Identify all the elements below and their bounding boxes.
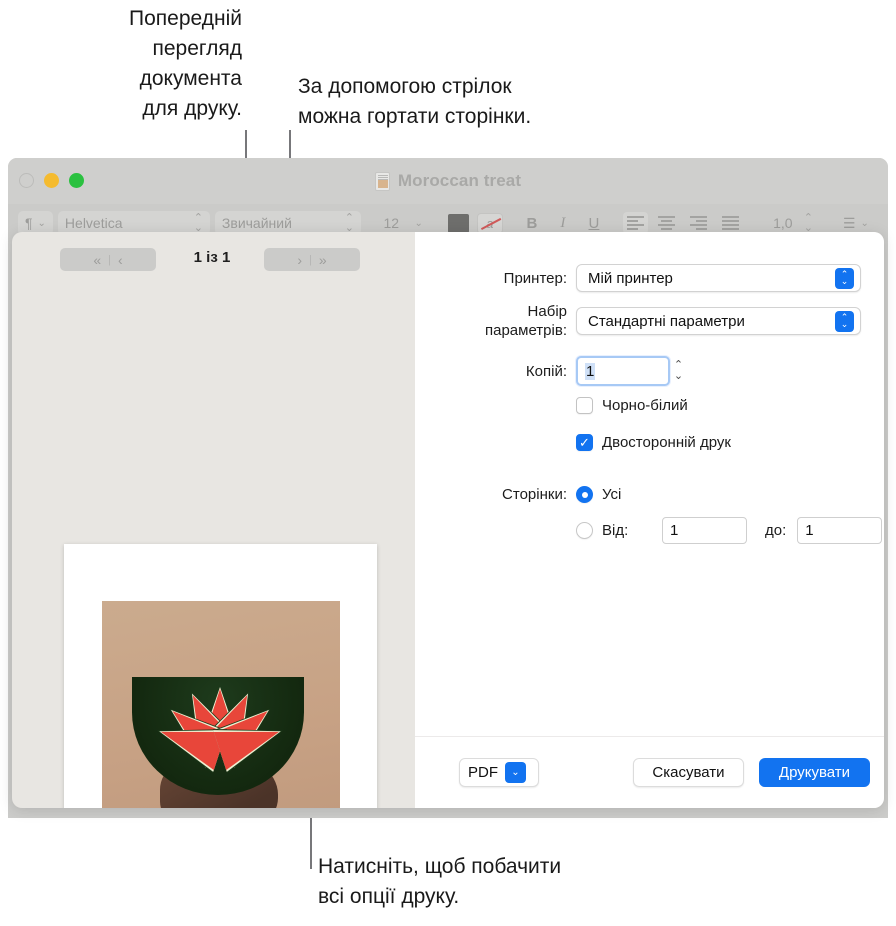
window-titlebar: Moroccan treat [8,158,888,204]
window-title: Moroccan treat [397,171,522,190]
callout-details-text: Натисніть, щоб побачити всі опції друку. [318,855,562,908]
stepper-icon: ⌃ ⌄ [803,212,813,234]
bw-label: Чорно-білий [602,397,688,414]
next-page-icon[interactable]: › [297,252,302,268]
duplex-label: Двосторонній друк [602,434,731,451]
chevron-down-icon: ⌄ [860,217,869,229]
line-spacing-value: 1,0 [773,215,793,231]
screenshot-root: Попередній перегляд документа для друку.… [0,0,896,926]
print-settings-form: Принтер: Мій принтер ⌃ ⌄ Набір параметрів… [415,232,884,736]
text-color-swatch [448,213,470,233]
pages-range-row[interactable]: Від: 1 до: 1 [576,517,883,544]
stepper-icon: ⌃ ⌄ [193,212,203,234]
chevron-down-icon: ⌄ [37,217,46,229]
page-navigation-bar: « | ‹ 1 із 1 › | » [12,248,414,278]
popup-arrows-icon: ⌃ ⌄ [835,267,854,289]
pages-all-label: Усі [602,486,622,503]
align-center-button[interactable] [657,216,675,230]
nav-divider: | [108,253,111,266]
pages-to-label: до: [765,522,787,539]
stepper-icon: ⌃ ⌄ [344,212,354,234]
page-count-label: 1 із 1 [193,249,231,266]
last-page-icon[interactable]: » [319,252,327,268]
nav-divider: | [309,253,312,266]
copies-label: Копій: [525,362,567,380]
pdf-button[interactable]: PDF ⌄ [459,758,539,787]
duplex-checkbox-row[interactable]: ✓ Двосторонній друк [576,434,731,451]
pages-all-radio[interactable] [576,486,593,503]
popup-arrows-icon: ⌃ ⌄ [835,310,854,332]
align-left-button[interactable] [622,212,648,234]
callout-arrows-text: За допомогою стрілок можна гортати сторі… [298,75,532,128]
pdf-label: PDF [468,764,498,781]
print-button[interactable]: Друкувати [759,758,870,787]
preset-label: Набір параметрів: [485,303,567,339]
align-right-button[interactable] [689,216,707,230]
pages-from-input[interactable]: 1 [662,517,747,544]
pages-to-value: 1 [805,522,814,539]
pilcrow-icon: ¶ [25,215,33,231]
watermelon-photo [102,601,340,808]
previous-page-group[interactable]: « | ‹ [60,248,156,271]
pages-from-value: 1 [670,522,679,539]
pages-range-radio[interactable] [576,522,593,539]
bw-checkbox[interactable] [576,397,593,414]
pages-label: Сторінки: [502,486,567,503]
pages-from-label: Від: [602,522,629,539]
text-highlight-icon: a [476,212,503,234]
font-family-value: Helvetica [64,215,123,231]
copies-value: 1 [585,362,596,380]
cancel-button[interactable]: Скасувати [633,758,744,787]
chevron-down-icon: ⌄ [505,762,526,783]
print-settings-pane: Принтер: Мій принтер ⌃ ⌄ Набір параметрів… [415,232,884,808]
first-page-icon[interactable]: « [93,252,101,268]
printer-value: Мій принтер [588,269,673,287]
print-dialog-sheet: « | ‹ 1 із 1 › | » Принтер: Мій принтер … [12,232,884,808]
chevron-down-icon: ⌄ [414,217,423,229]
document-icon [374,171,390,191]
print-preview-page[interactable] [64,544,377,808]
callout-preview-text: Попередній перегляд документа для друку. [129,7,242,120]
font-size-value: 12 [383,215,400,231]
bullet-list-icon: ☰ [842,214,856,231]
next-page-group[interactable]: › | » [264,248,360,271]
pages-to-input[interactable]: 1 [797,517,883,544]
print-dialog-footer: PDF ⌄ Скасувати Друкувати [415,736,884,808]
previous-page-icon[interactable]: ‹ [118,252,123,268]
preset-value: Стандартні параметри [588,312,745,330]
copies-stepper[interactable]: ⌃ ⌄ [670,357,687,385]
printer-label: Принтер: [503,269,567,287]
window-title-group: Moroccan treat [8,158,888,204]
copies-input[interactable]: 1 [576,356,670,386]
font-style-value: Звичайний [221,215,292,231]
align-justify-button[interactable] [721,216,739,230]
printer-popup[interactable]: Мій принтер ⌃ ⌄ [576,264,861,292]
duplex-checkbox[interactable]: ✓ [576,434,593,451]
pages-all-radio-row[interactable]: Усі [576,486,621,503]
preset-popup[interactable]: Стандартні параметри ⌃ ⌄ [576,307,861,335]
bw-checkbox-row[interactable]: Чорно-білий [576,397,688,414]
